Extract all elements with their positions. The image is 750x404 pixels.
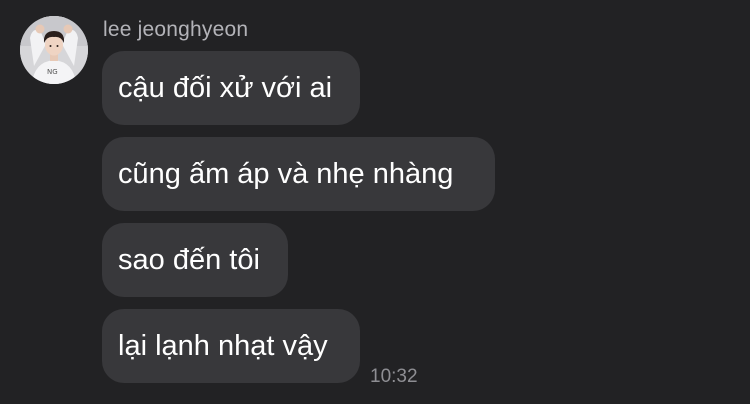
message-timestamp: 10:32 — [370, 366, 418, 387]
profile-photo-icon: NG — [20, 16, 88, 84]
message-bubble[interactable]: cậu đối xử với ai — [102, 51, 360, 125]
message-text: lại lạnh nhạt vậy — [118, 330, 328, 362]
message-bubble[interactable]: cũng ấm áp và nhẹ nhàng — [102, 137, 495, 211]
message-text: cậu đối xử với ai — [118, 72, 333, 104]
message-bubble[interactable]: sao đến tôi — [102, 223, 288, 297]
avatar[interactable]: NG — [20, 16, 88, 84]
svg-text:NG: NG — [47, 68, 58, 76]
message-text: sao đến tôi — [118, 244, 260, 276]
message-bubble[interactable]: lại lạnh nhạt vậy — [102, 309, 360, 383]
sender-name: lee jeonghyeon — [103, 18, 249, 41]
chat-thread: NG lee jeonghyeon cậu đối xử với ai cũng… — [0, 0, 750, 404]
message-text: cũng ấm áp và nhẹ nhàng — [118, 158, 454, 190]
